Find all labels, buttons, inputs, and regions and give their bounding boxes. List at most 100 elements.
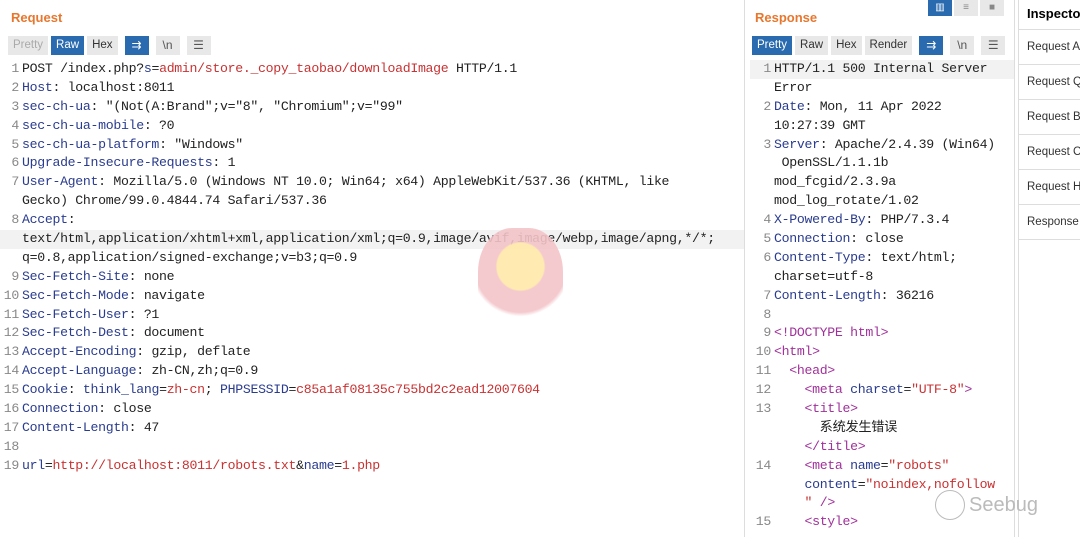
line-number: 14 (755, 457, 772, 473)
code-token: Host (22, 79, 53, 95)
newline-icon[interactable]: \n (155, 36, 180, 55)
line-number: 6 (11, 155, 19, 171)
line-number (750, 79, 774, 98)
line-number: 6 (763, 249, 771, 265)
code-token: = (151, 61, 160, 76)
code-token: : 47 (128, 419, 160, 435)
code-token: : ?0 (143, 117, 175, 133)
line-number: 11 (755, 363, 772, 379)
line-number: 5 (11, 136, 19, 152)
code-token: http://localhost:8011/robots.txt (52, 457, 297, 473)
line-number (0, 230, 22, 249)
code-token: : none (128, 268, 175, 284)
line-number: 2 (11, 79, 19, 95)
code-token: : "(Not(A:Brand";v="8", "Chromium";v="99… (90, 98, 403, 114)
line-text: q=0.8,application/signed-exchange;v=b3;q… (22, 249, 357, 268)
code-line: 12 <meta charset="UTF-8"> (750, 381, 1014, 400)
inspector-request-body[interactable]: Request Body Parameters (1019, 100, 1080, 135)
line-text: HTTP/1.1 500 Internal Server (774, 60, 987, 79)
tab-render[interactable]: Render (864, 36, 913, 55)
line-text: Content-Length: 36216 (774, 287, 934, 306)
code-token: : 36216 (880, 287, 935, 303)
code-token: Sec-Fetch-Site (22, 268, 129, 284)
line-text: User-Agent: Mozilla/5.0 (Windows NT 10.0… (22, 173, 669, 192)
code-token: Sec-Fetch-Mode (22, 287, 129, 303)
line-text: <meta name="robots" (774, 457, 949, 476)
code-token: : ?1 (128, 306, 160, 322)
line-text: " /> (774, 494, 835, 513)
line-text: Sec-Fetch-Site: none (22, 268, 175, 287)
line-number: 8 (763, 306, 771, 322)
code-line: 13 Accept-Encoding: gzip, deflate (0, 343, 744, 362)
code-token: <style> (804, 514, 858, 530)
code-token: text/html,application/xhtml+xml,applicat… (22, 231, 715, 247)
response-title: Response (755, 10, 818, 25)
code-token: /> (812, 495, 836, 511)
code-token: & (296, 457, 304, 473)
code-token: charset (850, 382, 904, 398)
code-token: <meta (804, 382, 851, 398)
code-token: POST /index.php? (22, 61, 144, 76)
code-token: Sec-Fetch-Dest (22, 325, 129, 341)
inspector-request-headers[interactable]: Request Headers (1019, 170, 1080, 205)
line-text: Cookie: think_lang=zh-cn; PHPSESSID=c85a… (22, 381, 540, 400)
tab-hex[interactable]: Hex (831, 36, 862, 55)
inspector-response-headers[interactable]: Response Headers (1019, 205, 1080, 240)
code-line: 14 <meta name="robots" (750, 457, 1014, 476)
code-line: 8 (750, 306, 1014, 325)
inspector-request-cookies[interactable]: Request Cookies (1019, 135, 1080, 170)
menu-icon[interactable]: ☰ (981, 36, 1006, 55)
code-token: mod_fcgid/2.3.9a (774, 174, 896, 190)
code-token: admin/store._copy_taobao/downloadImage (159, 61, 449, 76)
code-token: = (903, 382, 912, 398)
code-line: 10 Sec-Fetch-Mode: navigate (0, 287, 744, 306)
response-editor[interactable]: 1 HTTP/1.1 500 Internal Server Error 2 Date:… (750, 60, 1014, 532)
code-line: 6 Upgrade-Insecure-Requests: 1 (0, 154, 744, 173)
line-number (750, 494, 774, 513)
request-panel: Request Pretty Raw Hex ⇉ \n ☰ 1 POST /ind… (0, 0, 745, 537)
wrap-icon[interactable]: ⇉ (124, 36, 149, 55)
code-line: 12 Sec-Fetch-Dest: document (0, 324, 744, 343)
wrap-icon[interactable]: ⇉ (919, 36, 944, 55)
line-text: Server: Apache/2.4.39 (Win64) (774, 136, 995, 155)
code-token: </title> (804, 438, 866, 454)
line-number: 2 (763, 98, 771, 114)
code-token: sec-ch-ua-mobile (22, 117, 144, 133)
tab-hex[interactable]: Hex (87, 36, 118, 55)
code-line: charset=utf-8 (750, 268, 1014, 287)
line-text: Date: Mon, 11 Apr 2022 (774, 98, 942, 117)
menu-icon[interactable]: ☰ (186, 36, 211, 55)
code-token: <html> (774, 344, 820, 360)
code-token: Connection (774, 231, 851, 247)
code-token: sec-ch-ua (22, 98, 91, 114)
code-line: mod_log_rotate/1.02 (750, 192, 1014, 211)
code-line: 17 Content-Length: 47 (0, 419, 744, 438)
tab-raw[interactable]: Raw (795, 36, 829, 55)
inspector-request-attributes[interactable]: Request Attributes (1019, 30, 1080, 65)
code-token: q=0.8,application/signed-exchange;v=b3;q… (22, 249, 358, 265)
request-editor[interactable]: 1 POST /index.php?s=admin/store._copy_tao… (0, 60, 744, 476)
code-line: 19 url = http://localhost:8011/robots.txt&n… (0, 457, 744, 476)
line-text: <html> (774, 343, 820, 362)
code-line: 3 Server: Apache/2.4.39 (Win64) (750, 136, 1014, 155)
tab-raw[interactable]: Raw (51, 36, 85, 55)
code-line: 6 Content-Type: text/html; (750, 249, 1014, 268)
tab-pretty[interactable]: Pretty (8, 36, 49, 55)
code-line: OpenSSL/1.1.1b (750, 154, 1014, 173)
inspector-request-query[interactable]: Request Query Parameters (1019, 65, 1080, 100)
newline-icon[interactable]: \n (950, 36, 975, 55)
line-text: </title> (774, 438, 865, 457)
line-number: 1 (763, 61, 771, 76)
tab-pretty[interactable]: Pretty (752, 36, 793, 55)
code-token: <title> (804, 401, 858, 417)
code-token: : navigate (128, 287, 205, 303)
line-text: <meta charset="UTF-8"> (774, 381, 972, 400)
inspector-title: Inspector (1019, 0, 1080, 30)
code-token: : (67, 382, 83, 398)
code-token: : Mon, 11 Apr 2022 (804, 98, 942, 114)
line-number: 16 (3, 401, 20, 417)
code-token: ; (204, 382, 220, 398)
code-line: 7 Content-Length: 36216 (750, 287, 1014, 306)
